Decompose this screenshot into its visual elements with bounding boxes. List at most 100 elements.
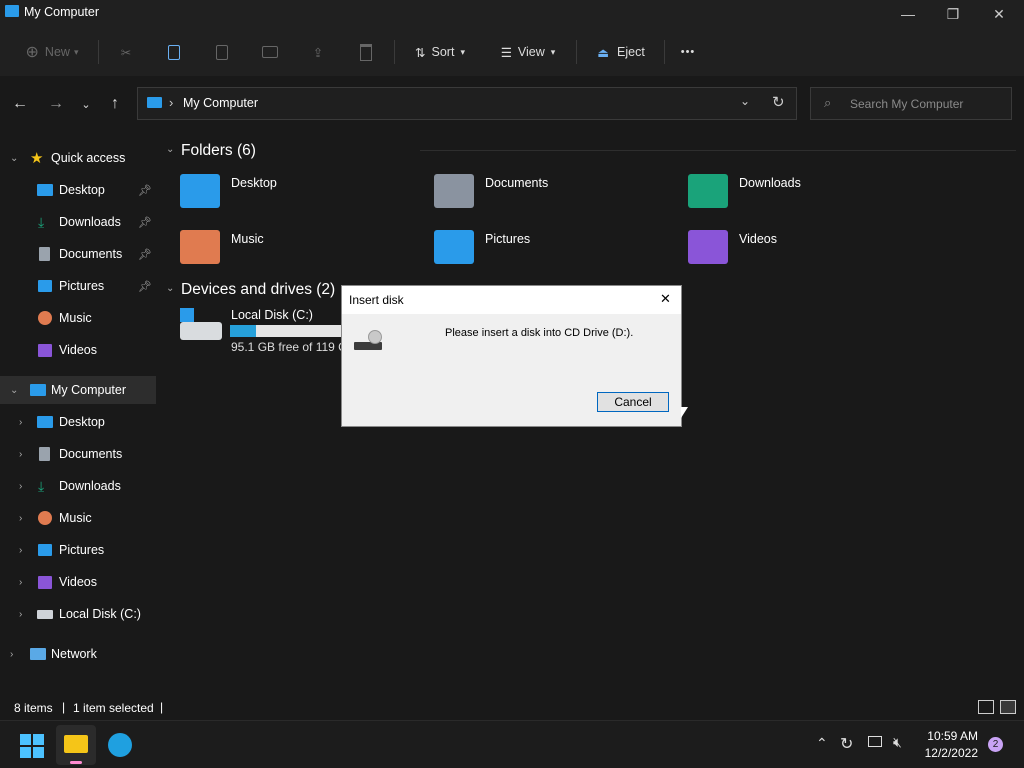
rename-button[interactable] [256, 36, 284, 68]
folder-label: Pictures [485, 232, 531, 246]
rename-icon [262, 46, 278, 58]
chevron-right-icon[interactable]: › [19, 513, 22, 524]
search-box[interactable]: ⌕ Search My Computer [810, 87, 1012, 120]
sidebar-item-videos[interactable]: Videos [0, 336, 156, 364]
new-button[interactable]: ⊕ New ▾ [16, 36, 88, 68]
minimize-button[interactable]: — [885, 0, 931, 28]
clock-time[interactable]: 10:59 AM [914, 729, 978, 743]
chevron-down-icon[interactable]: ⌄ [740, 94, 750, 108]
dialog-close-button[interactable]: ✕ [660, 291, 671, 307]
mouse-cursor-icon [681, 407, 688, 418]
folder-item-documents[interactable]: Documents [432, 170, 662, 210]
drive-icon [180, 322, 222, 340]
chevron-down-icon: ▾ [460, 46, 465, 57]
sidebar-item-documents[interactable]: Documents 📌︎ [0, 240, 156, 268]
sidebar-item-pc-documents[interactable]: › Documents [0, 440, 156, 468]
chevron-right-icon[interactable]: › [19, 481, 22, 492]
sidebar-item-pictures[interactable]: Pictures 📌︎ [0, 272, 156, 300]
start-button[interactable] [20, 734, 44, 758]
pin-icon[interactable]: 📌︎ [138, 184, 152, 197]
sidebar-item-local-disk[interactable]: › Local Disk (C:) [0, 600, 156, 628]
breadcrumb[interactable]: My Computer [183, 96, 258, 110]
chevron-right-icon[interactable]: › [19, 449, 22, 460]
close-button[interactable]: ✕ [976, 0, 1022, 28]
folder-label: Music [231, 232, 264, 246]
separator [394, 40, 395, 64]
pin-icon[interactable]: 📌︎ [138, 216, 152, 229]
chevron-down-icon[interactable]: ⌄ [166, 283, 174, 294]
display-icon[interactable] [868, 736, 882, 747]
chevron-down-icon: ▾ [550, 46, 556, 57]
drive-label: Local Disk (C:) [231, 308, 313, 322]
drive-item-local-disk[interactable]: Local Disk (C:) 95.1 GB free of 119 GB [178, 306, 358, 356]
copy-button[interactable] [160, 36, 188, 68]
desktop-folder-icon [180, 174, 220, 208]
sidebar-item-music[interactable]: Music [0, 304, 156, 332]
chevron-down-icon: ⌄ [81, 98, 91, 111]
recent-button[interactable]: ⌄ [74, 92, 98, 116]
folder-item-videos[interactable]: Videos [686, 226, 916, 266]
star-icon: ★ [30, 150, 44, 167]
drive-usage-bar [230, 325, 358, 337]
sidebar-item-desktop[interactable]: Desktop 📌︎ [0, 176, 156, 204]
tiles-view-icon[interactable] [1000, 700, 1016, 714]
file-explorer-taskbar-button[interactable] [56, 725, 96, 765]
chevron-right-icon[interactable]: › [19, 417, 22, 428]
sidebar-item-my-computer[interactable]: ⌄ My Computer [0, 376, 156, 404]
sidebar-item-label: Desktop [59, 415, 105, 429]
chevron-down-icon[interactable]: ⌄ [166, 144, 174, 155]
chevron-right-icon[interactable]: › [19, 545, 22, 556]
pictures-icon [38, 544, 52, 556]
pin-icon[interactable]: 📌︎ [138, 248, 152, 261]
maximize-button[interactable]: ❐ [930, 0, 976, 28]
download-icon: ⤓ [38, 477, 45, 494]
paste-button[interactable] [208, 36, 236, 68]
chevron-down-icon: ⌄ [10, 152, 19, 164]
sync-icon[interactable]: ↻ [840, 734, 853, 754]
eject-label: Eject [617, 45, 645, 59]
address-bar[interactable]: › My Computer ⌄ ↻ [137, 87, 797, 120]
chevron-right-icon[interactable]: › [19, 609, 22, 620]
edge-browser-icon[interactable] [108, 733, 132, 757]
eject-button[interactable]: ⏏ Eject [590, 36, 652, 68]
volume-muted-icon[interactable]: 🔇︎ [893, 734, 902, 751]
folder-label: Videos [739, 232, 777, 246]
share-button[interactable]: ⇪ [304, 36, 332, 68]
clock-date[interactable]: 12/2/2022 [914, 746, 978, 760]
folder-item-music[interactable]: Music [178, 226, 408, 266]
sidebar-item-pc-downloads[interactable]: › ⤓ Downloads [0, 472, 156, 500]
folder-item-downloads[interactable]: Downloads [686, 170, 916, 210]
cut-button[interactable]: ✂ [112, 36, 140, 68]
sidebar-item-pc-music[interactable]: › Music [0, 504, 156, 532]
folder-item-pictures[interactable]: Pictures [432, 226, 662, 266]
notification-badge[interactable]: 2 [988, 737, 1003, 752]
folders-group-header[interactable]: Folders (6) [181, 142, 256, 160]
insert-disk-dialog: Insert disk ✕ Please insert a disk into … [341, 285, 682, 427]
up-button[interactable]: ↑ [103, 92, 127, 116]
details-view-icon[interactable] [978, 700, 994, 714]
sidebar-item-downloads[interactable]: ⤓ Downloads 📌︎ [0, 208, 156, 236]
view-button[interactable]: ☰ View ▾ [492, 36, 564, 68]
arrow-right-icon: → [48, 95, 64, 112]
forward-button[interactable]: → [44, 92, 68, 116]
sidebar-item-pc-pictures[interactable]: › Pictures [0, 536, 156, 564]
back-button[interactable]: ← [8, 92, 32, 116]
chevron-up-icon[interactable]: ⌃ [816, 735, 828, 752]
refresh-icon[interactable]: ↻ [772, 93, 785, 111]
sort-button[interactable]: ⇅ Sort ▾ [404, 36, 476, 68]
pin-icon[interactable]: 📌︎ [138, 280, 152, 293]
sidebar-item-pc-desktop[interactable]: › Desktop [0, 408, 156, 436]
folder-item-desktop[interactable]: Desktop [178, 170, 408, 210]
sidebar-item-quick-access[interactable]: ⌄ ★ Quick access [0, 144, 156, 172]
music-icon [38, 311, 52, 325]
taskbar: ⌃ ↻ 🔇︎ 10:59 AM 12/2/2022 2 [0, 720, 1024, 768]
more-button[interactable]: ••• [674, 36, 702, 68]
sidebar-item-network[interactable]: › Network [0, 640, 156, 668]
sidebar-item-pc-videos[interactable]: › Videos [0, 568, 156, 596]
delete-button[interactable] [352, 36, 380, 68]
cancel-button[interactable]: Cancel [597, 392, 669, 412]
scissors-icon: ✂ [120, 45, 132, 60]
chevron-right-icon[interactable]: › [10, 649, 13, 660]
chevron-right-icon[interactable]: › [19, 577, 22, 588]
drives-group-header[interactable]: Devices and drives (2) [181, 281, 335, 299]
